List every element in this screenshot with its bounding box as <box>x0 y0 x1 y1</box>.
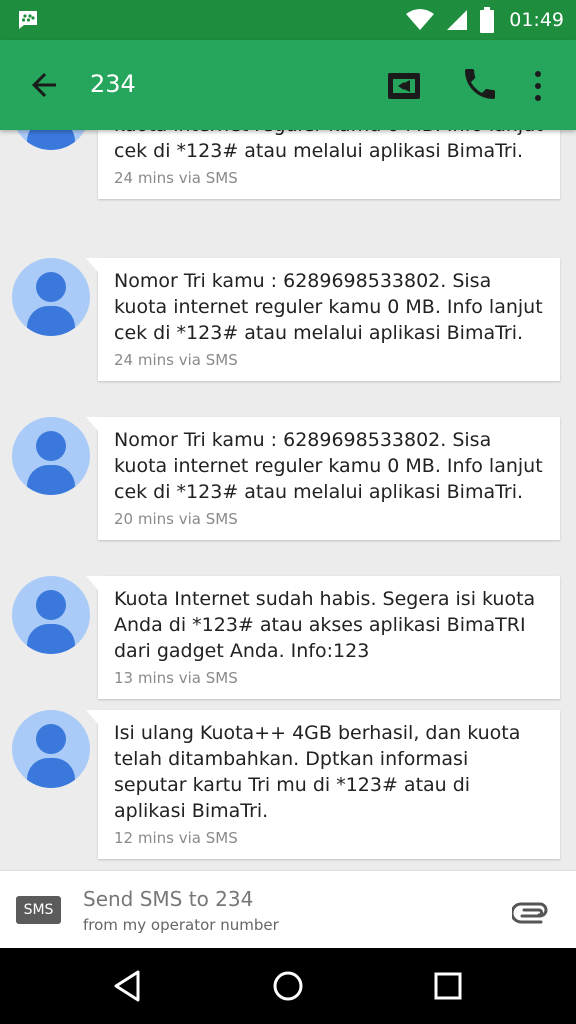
battery-icon <box>480 7 495 33</box>
phone-icon[interactable] <box>460 64 500 104</box>
message-timestamp: 12 mins via SMS <box>114 829 238 847</box>
message-text: Isi ulang Kuota++ 4GB berhasil, dan kuot… <box>114 722 521 822</box>
conversation-title: 234 <box>90 70 136 98</box>
message-text: Kuota Internet sudah habis. Segera isi k… <box>114 588 536 662</box>
message-bubble[interactable]: Isi ulang Kuota++ 4GB berhasil, dan kuot… <box>86 710 560 859</box>
nav-recents-icon[interactable] <box>428 966 468 1006</box>
signal-icon <box>447 10 468 30</box>
attach-icon[interactable] <box>512 897 550 925</box>
message-bubble[interactable]: Nomor Tri kamu : 6289698533802. Sisa kuo… <box>86 258 560 381</box>
message-text: kuota internet reguler kamu 0 MB. Info l… <box>114 130 543 162</box>
contact-avatar-icon[interactable] <box>12 130 90 150</box>
message-bubble[interactable]: Kuota Internet sudah habis. Segera isi k… <box>86 576 560 699</box>
contact-avatar-icon[interactable] <box>12 417 90 495</box>
more-vert-icon[interactable] <box>526 66 550 106</box>
message-bubble[interactable]: Nomor Tri kamu : 6289698533802. Sisa kuo… <box>86 417 560 540</box>
contact-avatar-icon[interactable] <box>12 576 90 654</box>
nav-home-icon[interactable] <box>268 966 308 1006</box>
message-timestamp: 13 mins via SMS <box>114 669 238 687</box>
message-input[interactable]: Send SMS to 234 <box>83 887 253 911</box>
contact-avatar-icon[interactable] <box>12 258 90 336</box>
message-timestamp: 20 mins via SMS <box>114 510 238 528</box>
message-timestamp: 24 mins via SMS <box>114 169 238 187</box>
message-text: Nomor Tri kamu : 6289698533802. Sisa kuo… <box>114 429 543 503</box>
back-arrow-icon[interactable] <box>26 67 62 103</box>
message-list[interactable]: kuota internet reguler kamu 0 MB. Info l… <box>0 130 576 868</box>
wifi-icon <box>406 9 435 30</box>
message-timestamp: 24 mins via SMS <box>114 351 238 369</box>
sender-subtext: from my operator number <box>83 916 279 934</box>
app-bar: 234 <box>0 40 576 130</box>
system-nav-bar <box>0 948 576 1024</box>
sms-mode-badge[interactable]: SMS <box>16 896 61 924</box>
nav-back-icon[interactable] <box>108 966 148 1006</box>
status-bar: 01:49 <box>0 0 576 40</box>
contact-avatar-icon[interactable] <box>12 710 90 788</box>
status-time: 01:49 <box>509 9 564 31</box>
message-text: Nomor Tri kamu : 6289698533802. Sisa kuo… <box>114 270 543 344</box>
message-bubble[interactable]: kuota internet reguler kamu 0 MB. Info l… <box>98 130 560 199</box>
video-call-icon[interactable] <box>384 66 424 106</box>
compose-bar: SMS Send SMS to 234 from my operator num… <box>0 870 576 948</box>
bbm-icon <box>19 11 37 29</box>
